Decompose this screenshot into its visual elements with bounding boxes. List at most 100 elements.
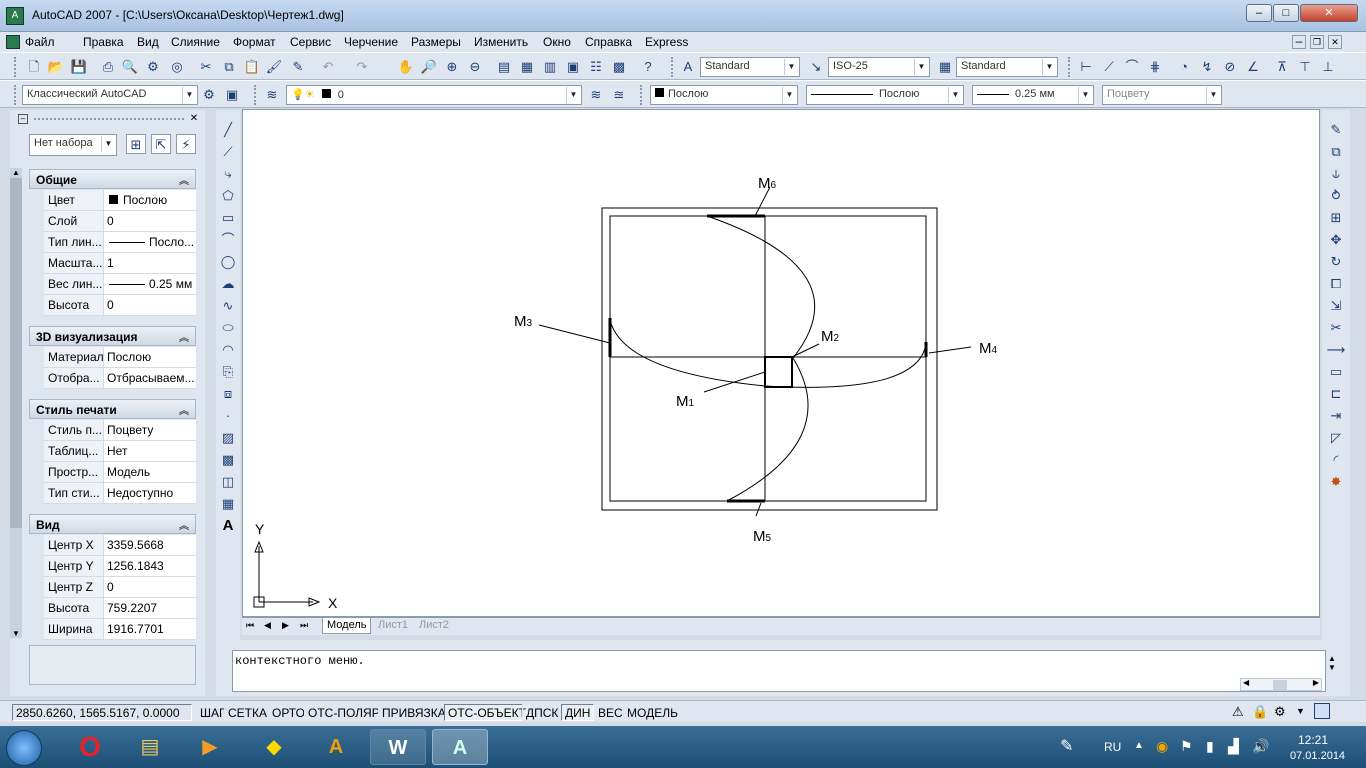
- coordinates-display[interactable]: 2850.6260, 1565.5167, 0.0000: [12, 704, 192, 721]
- revision-cloud-icon[interactable]: ☁: [218, 274, 238, 294]
- rectangle-icon[interactable]: ▭: [218, 208, 238, 228]
- menu-express[interactable]: Express: [645, 35, 688, 49]
- table-style-icon[interactable]: ▦: [935, 57, 955, 77]
- scroll-right-icon[interactable]: ▶: [1313, 678, 1319, 687]
- ordinate-icon[interactable]: ⋕: [1145, 57, 1165, 77]
- otrack-button[interactable]: ОТС-ОБЪЕКТ: [444, 704, 530, 721]
- doc-restore-button[interactable]: ❐: [1310, 35, 1324, 49]
- minimize-button[interactable]: –: [1246, 4, 1272, 22]
- start-button[interactable]: [6, 730, 42, 766]
- tab-model[interactable]: Модель: [322, 618, 372, 634]
- next-tab-icon[interactable]: ▶: [282, 620, 289, 631]
- make-block-icon[interactable]: ⧈: [218, 384, 238, 404]
- menu-dimension[interactable]: Размеры: [411, 35, 461, 49]
- prop-row[interactable]: Отобра... Отбрасываем...: [44, 368, 196, 389]
- toolbar-grip[interactable]: [640, 85, 644, 105]
- fillet-icon[interactable]: ◜: [1326, 450, 1346, 470]
- make-current-layer-icon[interactable]: ≋: [586, 85, 606, 105]
- section-3d-visualization[interactable]: 3D визуализация ︽: [29, 326, 196, 346]
- palette-grip[interactable]: [34, 118, 184, 120]
- circle-icon[interactable]: ◯: [218, 252, 238, 272]
- ellipse-icon[interactable]: ⬭: [218, 318, 238, 338]
- grid-button[interactable]: СЕТКА: [224, 704, 271, 721]
- open-icon[interactable]: 📂: [46, 57, 66, 77]
- dim-style-icon[interactable]: ↘: [806, 57, 826, 77]
- palette-collapse-icon[interactable]: –: [18, 114, 28, 124]
- menu-window[interactable]: Окно: [543, 35, 571, 49]
- paste-icon[interactable]: 📋: [242, 57, 262, 77]
- scrollbar-thumb[interactable]: [10, 178, 22, 528]
- prop-row[interactable]: Тип сти... Недоступно: [44, 483, 196, 504]
- linear-dim-icon[interactable]: ⊢: [1076, 57, 1096, 77]
- command-hscroll[interactable]: ◀ ▶: [1240, 678, 1322, 691]
- chamfer-icon[interactable]: ◸: [1326, 428, 1346, 448]
- prop-row[interactable]: Простр... Модель: [44, 462, 196, 483]
- block-editor-icon[interactable]: ✎: [288, 57, 308, 77]
- color-select[interactable]: Послою ▼: [650, 85, 798, 105]
- selection-select[interactable]: Нет набора ▼: [29, 134, 117, 156]
- stretch-icon[interactable]: ⇲: [1326, 296, 1346, 316]
- menu-view[interactable]: Вид: [137, 35, 159, 49]
- quick-select-icon[interactable]: ⚡: [176, 134, 196, 154]
- tray-app-icon[interactable]: ◉: [1156, 738, 1168, 755]
- clock-date[interactable]: 07.01.2014: [1290, 750, 1345, 762]
- pen-input-icon[interactable]: ✎: [1060, 736, 1073, 756]
- hatch-icon[interactable]: ▨: [218, 428, 238, 448]
- doc-minimize-button[interactable]: –: [1292, 35, 1306, 49]
- prev-tab-icon[interactable]: ◀: [264, 620, 271, 631]
- annotation-icon[interactable]: ⚙: [1274, 704, 1286, 720]
- linetype-select[interactable]: Послою ▼: [806, 85, 964, 105]
- arc-length-icon[interactable]: ⌒: [1122, 57, 1142, 77]
- continue-icon[interactable]: ⊥: [1318, 57, 1338, 77]
- scroll-left-icon[interactable]: ◀: [1243, 678, 1249, 687]
- mirror-icon[interactable]: ⫝: [1326, 164, 1346, 184]
- markup-icon[interactable]: ☷: [586, 57, 606, 77]
- scroll-up-icon[interactable]: ▲: [10, 168, 22, 177]
- word-icon[interactable]: W: [370, 729, 426, 765]
- ellipse-arc-icon[interactable]: ◠: [218, 340, 238, 360]
- prop-row[interactable]: Тип лин... Посло...: [44, 232, 196, 253]
- quick-dim-icon[interactable]: ⊼: [1272, 57, 1292, 77]
- menu-tools[interactable]: Сервис: [290, 35, 331, 49]
- prop-row[interactable]: Центр Y 1256.1843: [44, 556, 196, 577]
- language-indicator[interactable]: RU: [1104, 740, 1121, 754]
- battery-icon[interactable]: ▮: [1206, 738, 1214, 755]
- explorer-icon[interactable]: ▤: [122, 729, 178, 765]
- workspace-save-icon[interactable]: ▣: [222, 85, 242, 105]
- lwt-button[interactable]: ВЕС: [594, 704, 627, 721]
- baseline-icon[interactable]: ⊤: [1295, 57, 1315, 77]
- workspace-select[interactable]: Классический AutoCAD ▼: [22, 85, 198, 105]
- close-button[interactable]: ✕: [1300, 4, 1358, 22]
- pickadd-icon[interactable]: ⊞: [126, 134, 146, 154]
- command-history[interactable]: контекстного меню.: [232, 650, 1326, 692]
- polar-button[interactable]: ОТС-ПОЛЯР: [304, 704, 384, 721]
- erase-icon[interactable]: ✎: [1326, 120, 1346, 140]
- prop-row[interactable]: Вес лин... 0.25 мм: [44, 274, 196, 295]
- layer-manager-icon[interactable]: ≋: [262, 85, 282, 105]
- autocad-icon[interactable]: A: [6, 7, 24, 25]
- table-icon[interactable]: ▦: [218, 494, 238, 514]
- select-objects-icon[interactable]: ⇱: [151, 134, 171, 154]
- save-icon[interactable]: 💾: [69, 57, 89, 77]
- prop-row[interactable]: Цвет Послою: [44, 190, 196, 211]
- menu-merge[interactable]: Слияние: [171, 35, 220, 49]
- join-icon[interactable]: ⇥: [1326, 406, 1346, 426]
- prop-row[interactable]: Высота 0: [44, 295, 196, 316]
- prop-row[interactable]: Материал Послою: [44, 347, 196, 368]
- drawing-svg[interactable]: M6 M3 M2 M4 M1 M5 Y X: [243, 110, 1321, 618]
- explode-icon[interactable]: ✸: [1326, 472, 1346, 492]
- help-icon[interactable]: ?: [638, 57, 658, 77]
- comm-center-icon[interactable]: ⚠: [1232, 704, 1244, 720]
- polyline-icon[interactable]: ⤷: [218, 164, 238, 184]
- move-icon[interactable]: ✥: [1326, 230, 1346, 250]
- tray-expand-icon[interactable]: ▲: [1134, 740, 1144, 751]
- array-icon[interactable]: ⊞: [1326, 208, 1346, 228]
- gradient-icon[interactable]: ▩: [218, 450, 238, 470]
- tab-layout1[interactable]: Лист1: [374, 618, 412, 634]
- doc-close-button[interactable]: ✕: [1328, 35, 1342, 49]
- prop-row[interactable]: Центр X 3359.5668: [44, 535, 196, 556]
- lineweight-select[interactable]: 0.25 мм ▼: [972, 85, 1094, 105]
- ortho-button[interactable]: ОРТО: [268, 704, 309, 721]
- prop-row[interactable]: Центр Z0: [44, 577, 196, 598]
- rotate-icon[interactable]: ↻: [1326, 252, 1346, 272]
